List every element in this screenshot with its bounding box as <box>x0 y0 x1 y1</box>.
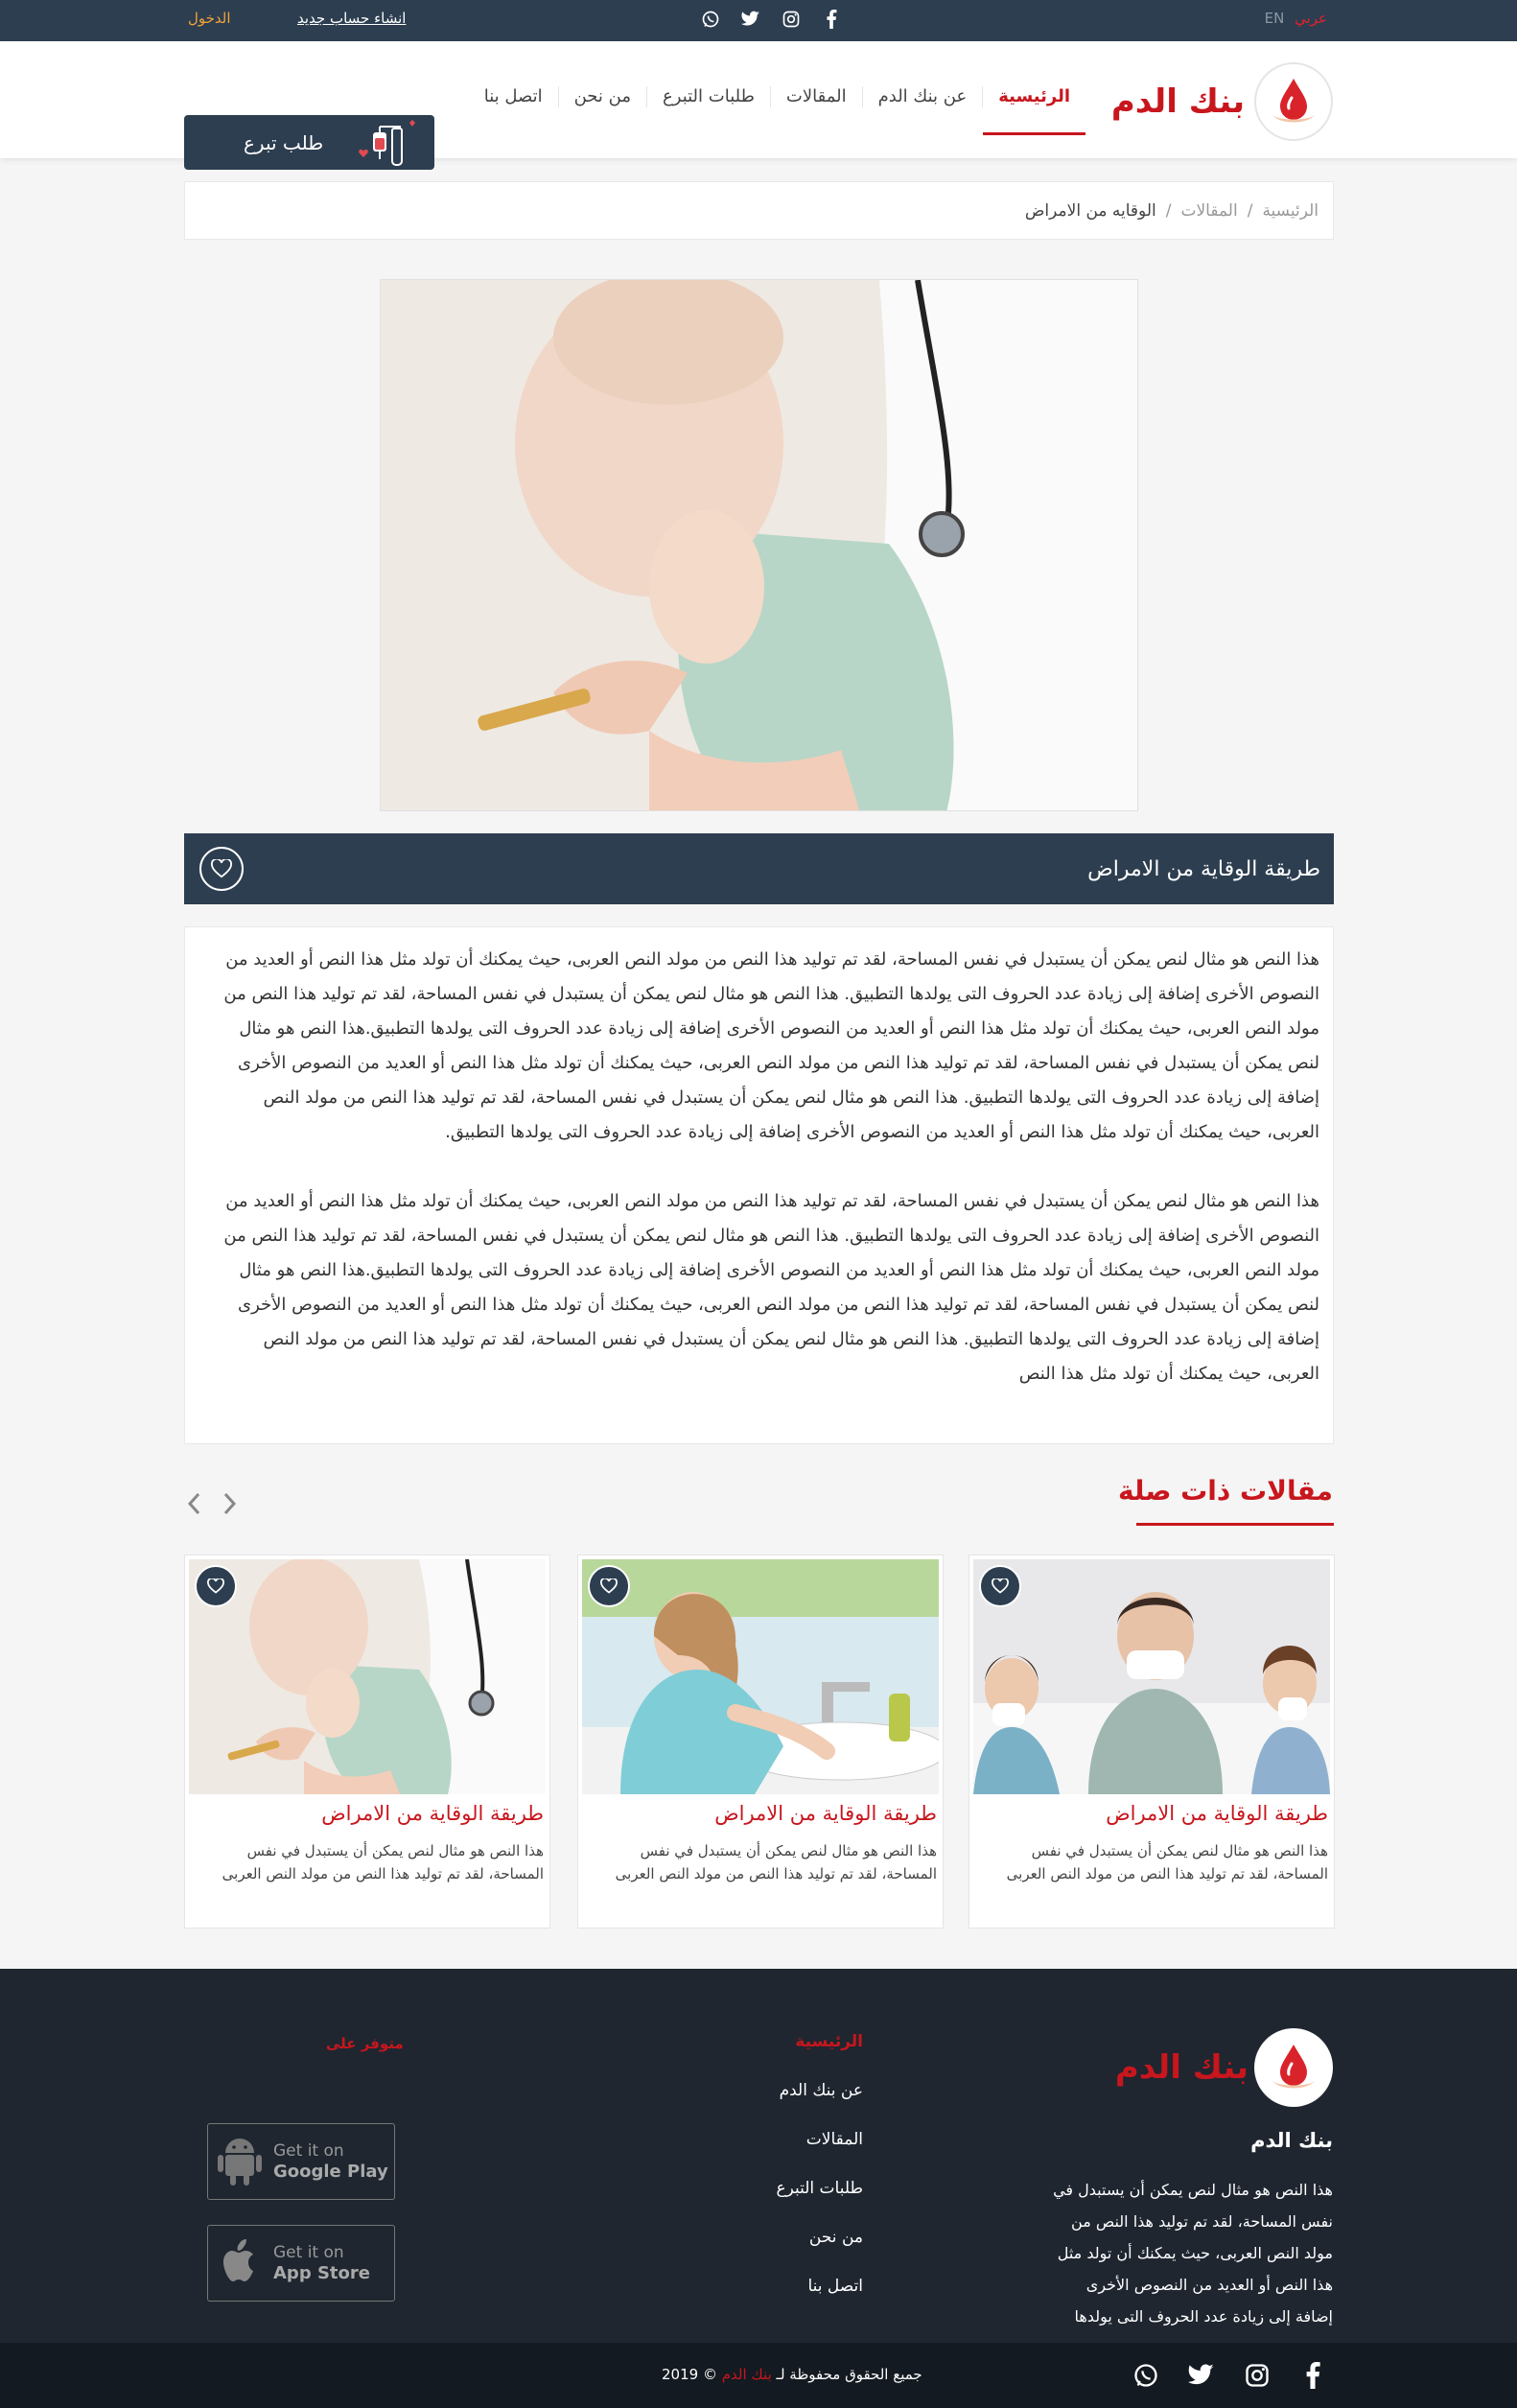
copyright-brand: بنك الدم <box>721 2366 772 2383</box>
apple-icon <box>218 2235 262 2291</box>
login-link[interactable]: الدخول <box>188 10 231 27</box>
main-header: بنك الدم الرئيسية عن بنك الدم المقالات ط… <box>0 41 1517 170</box>
google-play-badge[interactable]: Get it on Google Play <box>207 2123 395 2200</box>
related-article-desc: هذا النص هو مثال لنص يمكن أن يستبدل في ن… <box>222 1842 544 1882</box>
footer-link-donation-requests[interactable]: طلبات التبرع <box>776 2179 863 2228</box>
footer-link-contact[interactable]: اتصل بنا <box>776 2277 863 2326</box>
footer-link-home[interactable]: الرئيسية <box>776 2032 863 2081</box>
facebook-icon[interactable] <box>1297 2360 1328 2391</box>
footer-description: هذا النص هو مثال لنص يمكن أن يستبدل في ن… <box>1053 2181 1333 2326</box>
breadcrumb-articles[interactable]: المقالات <box>1180 201 1237 221</box>
breadcrumb-home[interactable]: الرئيسية <box>1262 201 1319 221</box>
breadcrumb-separator: / <box>1165 200 1172 221</box>
blood-drop-logo-icon <box>1254 62 1333 141</box>
copyright-year: 2019 <box>662 2366 699 2383</box>
related-articles-title: مقالات ذات صلة <box>1117 1475 1333 1507</box>
breadcrumb-separator: / <box>1247 200 1253 221</box>
app-store-line2: App Store <box>273 2263 370 2283</box>
instagram-icon[interactable] <box>781 9 802 30</box>
google-play-line1: Get it on <box>273 2141 344 2161</box>
footer-logo[interactable]: بنك الدم <box>1115 2028 1333 2107</box>
related-article-title[interactable]: طريقة الوقاية من الامراض <box>714 1802 937 1825</box>
whatsapp-icon[interactable] <box>700 9 721 30</box>
article-content: هذا النص هو مثال لنص يمكن أن يستبدل في ن… <box>184 926 1334 1444</box>
nav-item-articles[interactable]: المقالات <box>769 86 862 107</box>
favorite-heart-icon[interactable] <box>979 1565 1021 1607</box>
nav-item-home[interactable]: الرئيسية <box>982 86 1085 135</box>
related-article-image <box>973 1559 1330 1794</box>
nav-item-about[interactable]: عن بنك الدم <box>861 86 983 107</box>
available-on-label: متوفر على <box>326 2035 404 2052</box>
related-article-title[interactable]: طريقة الوقاية من الامراض <box>321 1802 544 1825</box>
twitter-icon[interactable] <box>740 9 761 30</box>
app-store-line1: Get it on <box>273 2243 344 2262</box>
chevron-left-icon[interactable] <box>186 1491 203 1520</box>
article-title: طريقة الوقاية من الامراض <box>1087 856 1320 881</box>
facebook-icon[interactable] <box>821 9 842 30</box>
donation-request-label: طلب تبرع <box>244 130 324 154</box>
related-article-desc: هذا النص هو مثال لنص يمكن أن يستبدل في ن… <box>615 1842 937 1882</box>
instagram-icon[interactable] <box>1242 2360 1272 2391</box>
whatsapp-icon[interactable] <box>1131 2360 1161 2391</box>
nav-item-contact[interactable]: اتصل بنا <box>469 86 558 107</box>
footer-links: الرئيسية عن بنك الدم المقالات طلبات التب… <box>776 2032 863 2326</box>
footer-link-who-we-are[interactable]: من نحن <box>776 2228 863 2277</box>
site-footer: بنك الدم بنك الدم هذا النص هو مثال لنص ي… <box>0 1969 1517 2343</box>
related-article-image <box>189 1559 546 1794</box>
copyright-bar: جميع الحقوق محفوظة لـ بنك الدم © 2019 <box>0 2343 1517 2408</box>
copyright-label: جميع الحقوق محفوظة لـ <box>776 2366 922 2383</box>
related-title-underline <box>1136 1523 1334 1526</box>
footer-logo-text: بنك الدم <box>1114 2048 1249 2087</box>
twitter-icon[interactable] <box>1186 2360 1217 2391</box>
related-article-image <box>582 1559 939 1794</box>
logo-text: بنك الدم <box>1110 82 1245 121</box>
copyright-symbol: © <box>702 2366 717 2383</box>
favorite-heart-icon[interactable] <box>195 1565 237 1607</box>
related-article-card[interactable]: طريقة الوقاية من الامراض هذا النص هو مثا… <box>969 1555 1335 1929</box>
breadcrumb-current: الوقايه من الامراض <box>1024 200 1156 221</box>
register-link[interactable]: انشاء حساب جديد <box>297 10 406 27</box>
nav-item-donation-requests[interactable]: طلبات التبرع <box>646 86 770 107</box>
favorite-heart-icon[interactable] <box>199 847 244 891</box>
blood-drop-logo-icon <box>1254 2028 1333 2107</box>
main-nav: الرئيسية عن بنك الدم المقالات طلبات التب… <box>469 86 1085 135</box>
footer-social-links <box>1131 2360 1328 2391</box>
related-article-desc: هذا النص هو مثال لنص يمكن أن يستبدل في ن… <box>1006 1842 1328 1882</box>
related-article-title[interactable]: طريقة الوقاية من الامراض <box>1106 1802 1328 1825</box>
android-icon <box>218 2134 262 2189</box>
lang-en-link[interactable]: EN <box>1265 10 1285 27</box>
article-title-bar: طريقة الوقاية من الامراض <box>184 833 1334 904</box>
donation-request-button[interactable]: طلب تبرع <box>184 115 434 170</box>
breadcrumb: الرئيسية / المقالات / الوقايه من الامراض <box>184 181 1334 240</box>
copyright-text: جميع الحقوق محفوظة لـ بنك الدم © 2019 <box>662 2366 922 2383</box>
blood-bag-icon <box>344 119 421 172</box>
top-social-links <box>700 9 842 30</box>
site-logo[interactable]: بنك الدم <box>1111 62 1333 141</box>
nav-item-who-we-are[interactable]: من نحن <box>557 86 646 107</box>
related-article-card[interactable]: طريقة الوقاية من الامراض هذا النص هو مثا… <box>577 1555 944 1929</box>
article-hero-image <box>380 279 1138 811</box>
footer-link-about[interactable]: عن بنك الدم <box>776 2081 863 2130</box>
article-paragraph: هذا النص هو مثال لنص يمكن أن يستبدل في ن… <box>223 1191 1319 1384</box>
favorite-heart-icon[interactable] <box>588 1565 630 1607</box>
carousel-arrows <box>186 1491 238 1520</box>
lang-ar-link[interactable]: عربي <box>1295 10 1327 27</box>
top-bar: EN عربي انشاء حساب جديد الدخول <box>0 0 1517 41</box>
chevron-right-icon[interactable] <box>221 1491 238 1520</box>
language-switcher: EN عربي <box>1265 10 1327 27</box>
google-play-line2: Google Play <box>273 2162 388 2182</box>
footer-site-name: بنك الدم <box>1250 2129 1333 2152</box>
related-article-card[interactable]: طريقة الوقاية من الامراض هذا النص هو مثا… <box>184 1555 550 1929</box>
article-paragraph: هذا النص هو مثال لنص يمكن أن يستبدل في ن… <box>223 949 1319 1142</box>
footer-link-articles[interactable]: المقالات <box>776 2130 863 2179</box>
app-store-badge[interactable]: Get it on App Store <box>207 2225 395 2302</box>
